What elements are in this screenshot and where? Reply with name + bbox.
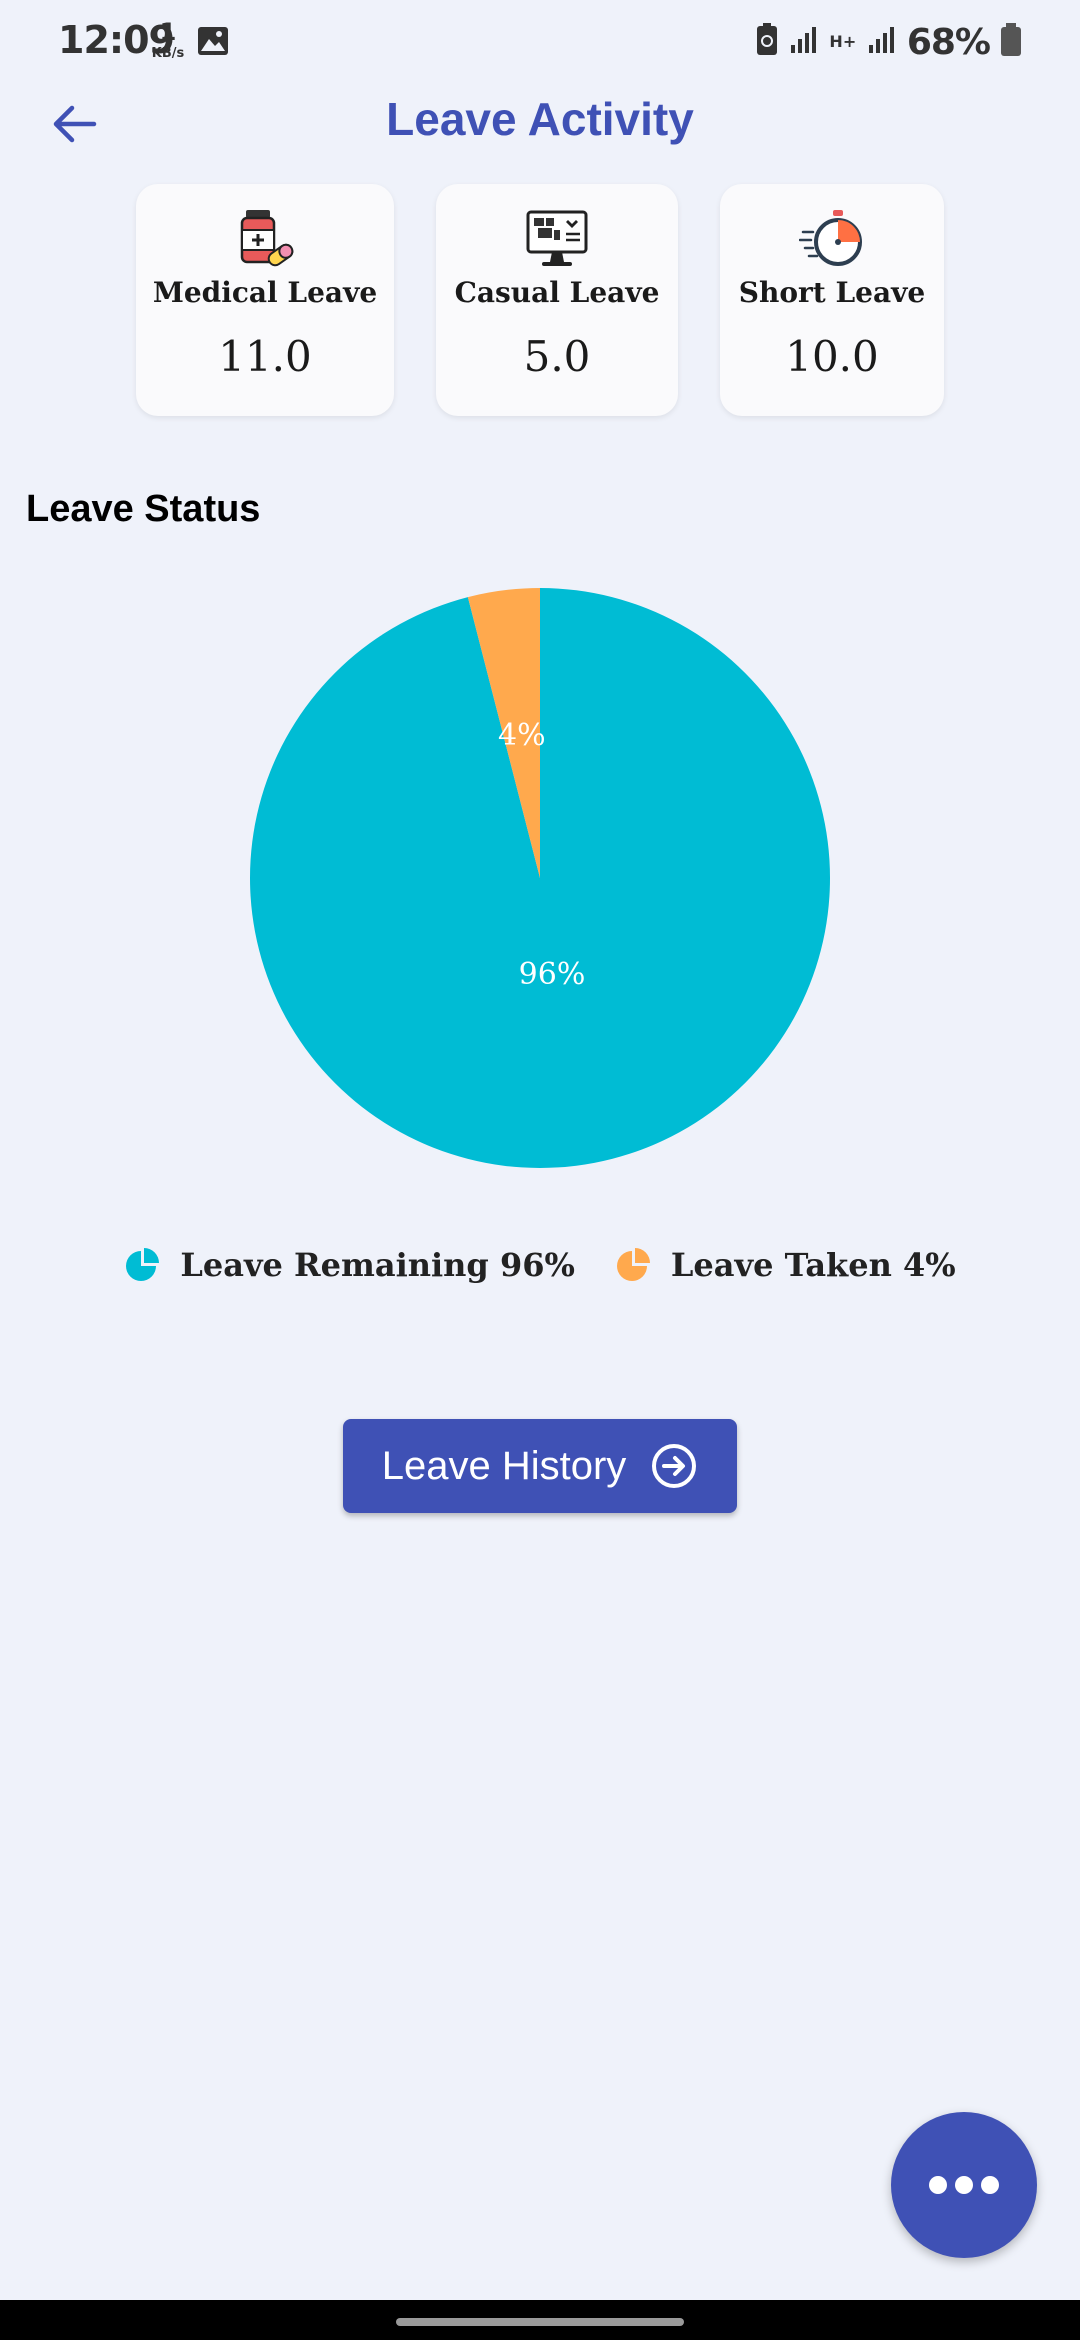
leave-status-pie-chart: 96% 4% (250, 588, 830, 1168)
legend-label-taken: Leave Taken 4% (670, 1246, 956, 1284)
status-indicators: H+ 68% (755, 20, 1022, 64)
network-speed-unit: KB/s (151, 46, 185, 61)
more-horizontal-icon (929, 2176, 999, 2194)
pie-data-label-leave-taken: 4% (498, 718, 546, 753)
legend-item-remaining: Leave Remaining 96% (124, 1246, 575, 1284)
computer-icon (436, 206, 678, 272)
more-options-fab[interactable] (891, 2112, 1037, 2258)
home-gesture-handle[interactable] (396, 2318, 684, 2326)
battery-saver-icon (755, 22, 779, 62)
leave-history-button[interactable]: Leave History (343, 1419, 737, 1513)
medical-leave-card[interactable]: Medical Leave 11.0 (136, 184, 394, 416)
arrow-right-circle-icon (652, 1444, 697, 1488)
system-navigation-bar (0, 2300, 1080, 2340)
network-speed: 1 KB/s (148, 20, 188, 60)
network-speed-value: 1 (159, 18, 177, 46)
medical-leave-label: Medical Leave (152, 276, 378, 309)
medicine-icon (136, 206, 394, 272)
medical-leave-value: 11.0 (218, 332, 312, 381)
short-leave-card[interactable]: Short Leave 10.0 (720, 184, 944, 416)
casual-leave-label: Casual Leave (454, 276, 660, 309)
gallery-notification-icon (196, 24, 230, 63)
leave-status-heading: Leave Status (26, 488, 261, 530)
battery-percent: 68% (906, 21, 991, 63)
page-title: Leave Activity (386, 93, 694, 145)
casual-leave-card[interactable]: Casual Leave 5.0 (436, 184, 678, 416)
signal-icon (789, 25, 819, 60)
network-type: H+ (829, 31, 857, 51)
short-leave-label: Short Leave (738, 276, 926, 309)
casual-leave-value: 5.0 (523, 332, 591, 381)
chart-legend: Leave Remaining 96% Leave Taken 4% (0, 1246, 1080, 1284)
short-leave-value: 10.0 (785, 332, 879, 381)
signal-icon-2 (867, 25, 897, 60)
pie-chart-icon (616, 1248, 650, 1281)
legend-item-taken: Leave Taken 4% (615, 1246, 956, 1284)
status-bar: 12:09 1 KB/s H+ 68% (0, 0, 1080, 84)
battery-icon (1000, 22, 1022, 62)
leave-history-label: Leave History (381, 1443, 627, 1488)
pie-chart-svg: 96% 4% (250, 588, 830, 1168)
pie-chart-icon (126, 1248, 160, 1281)
legend-label-remaining: Leave Remaining 96% (180, 1246, 575, 1284)
pie-data-label-leave-remaining: 96% (519, 957, 586, 992)
stopwatch-icon (720, 206, 944, 272)
